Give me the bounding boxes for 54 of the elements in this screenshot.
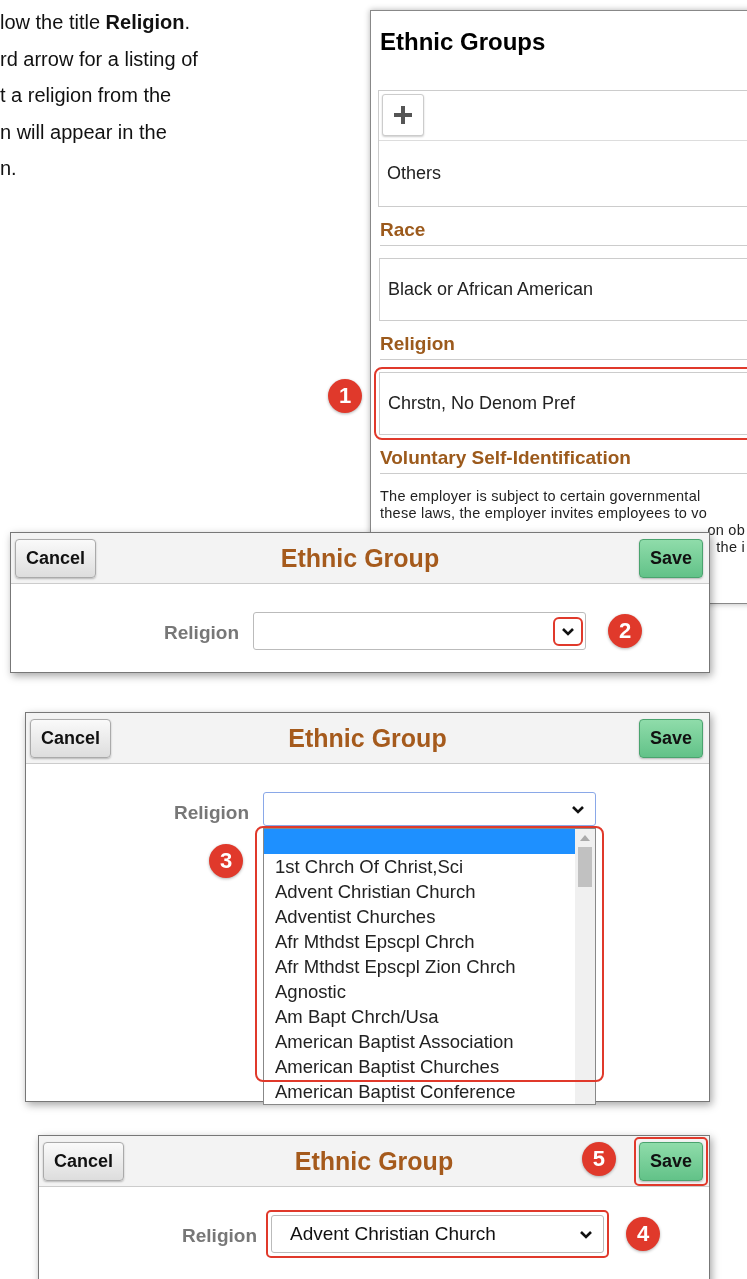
option-item[interactable]: Am Bapt Chrch/Usa	[264, 1004, 575, 1029]
instruction-text: n will appear in the	[0, 119, 168, 145]
cancel-button[interactable]: Cancel	[30, 718, 112, 758]
step-badge: 1	[328, 379, 362, 413]
step-badge: 3	[209, 844, 243, 878]
instruction-text: t a religion from the	[0, 83, 173, 108]
chevron-down-icon	[579, 1229, 593, 1239]
option-item[interactable]: Afr Mthdst Epscpl Chrch	[264, 929, 575, 954]
option-item[interactable]	[264, 829, 575, 854]
instruction-text: n.	[0, 156, 18, 181]
chevron-down-icon	[561, 626, 575, 636]
dialog-title: Ethnic Group	[294, 1146, 454, 1176]
option-item[interactable]: 1st Chrch Of Christ,Sci	[264, 854, 575, 879]
option-item[interactable]: American Baptist Association	[264, 1029, 575, 1054]
save-button[interactable]: Save	[638, 718, 703, 758]
religion-select[interactable]	[253, 612, 586, 650]
dialog-title: Ethnic Group	[280, 543, 440, 573]
ethnic-group-value: Others	[386, 162, 443, 185]
section-value: Black or African American	[379, 258, 747, 321]
instruction-text: rd arrow for a listing of	[0, 46, 198, 72]
religion-select[interactable]	[263, 792, 596, 826]
scroll-thumb[interactable]	[578, 847, 592, 887]
step-badge: 4	[626, 1217, 660, 1251]
section-heading: Religion	[380, 321, 747, 360]
section-heading: Race	[380, 207, 747, 246]
field-label: Religion	[181, 1224, 257, 1247]
plus-icon	[393, 105, 413, 125]
scrollbar[interactable]	[575, 829, 595, 1104]
add-button[interactable]	[382, 94, 424, 136]
save-button[interactable]: Save	[638, 1141, 703, 1181]
option-item[interactable]: American Baptist Conference	[264, 1079, 575, 1104]
panel-title: Ethnic Groups	[380, 28, 547, 56]
chevron-down-icon	[571, 804, 585, 814]
option-item[interactable]: American Baptist Churches	[264, 1054, 575, 1079]
save-button[interactable]: Save	[638, 538, 703, 578]
option-item[interactable]: Advent Christian Church	[264, 879, 575, 904]
step-badge: 5	[581, 1141, 616, 1176]
paragraph-text: these laws, the employer invites employees to vo	[380, 505, 709, 522]
paragraph-text: The employer is subject to certain governmental	[380, 488, 702, 505]
scroll-up-icon	[580, 835, 590, 841]
field-label: Religion	[163, 621, 239, 644]
option-item[interactable]: Afr Mthdst Epscpl Zion Chrch	[264, 954, 575, 979]
religion-select[interactable]: Advent Christian Church	[271, 1215, 604, 1253]
option-item[interactable]: Agnostic	[264, 979, 575, 1004]
section-value: Chrstn, No Denom Pref	[379, 372, 747, 435]
cancel-button[interactable]: Cancel	[15, 538, 97, 578]
paragraph-text: the i	[715, 539, 746, 556]
step-badge: 2	[608, 614, 642, 648]
option-item[interactable]: Adventist Churches	[264, 904, 575, 929]
section-heading: Voluntary Self-Identification	[380, 435, 747, 474]
dialog-title: Ethnic Group	[288, 723, 447, 753]
instruction-text: low the title Religion.	[0, 10, 192, 35]
field-label: Religion	[173, 801, 249, 824]
cancel-button[interactable]: Cancel	[43, 1141, 125, 1181]
